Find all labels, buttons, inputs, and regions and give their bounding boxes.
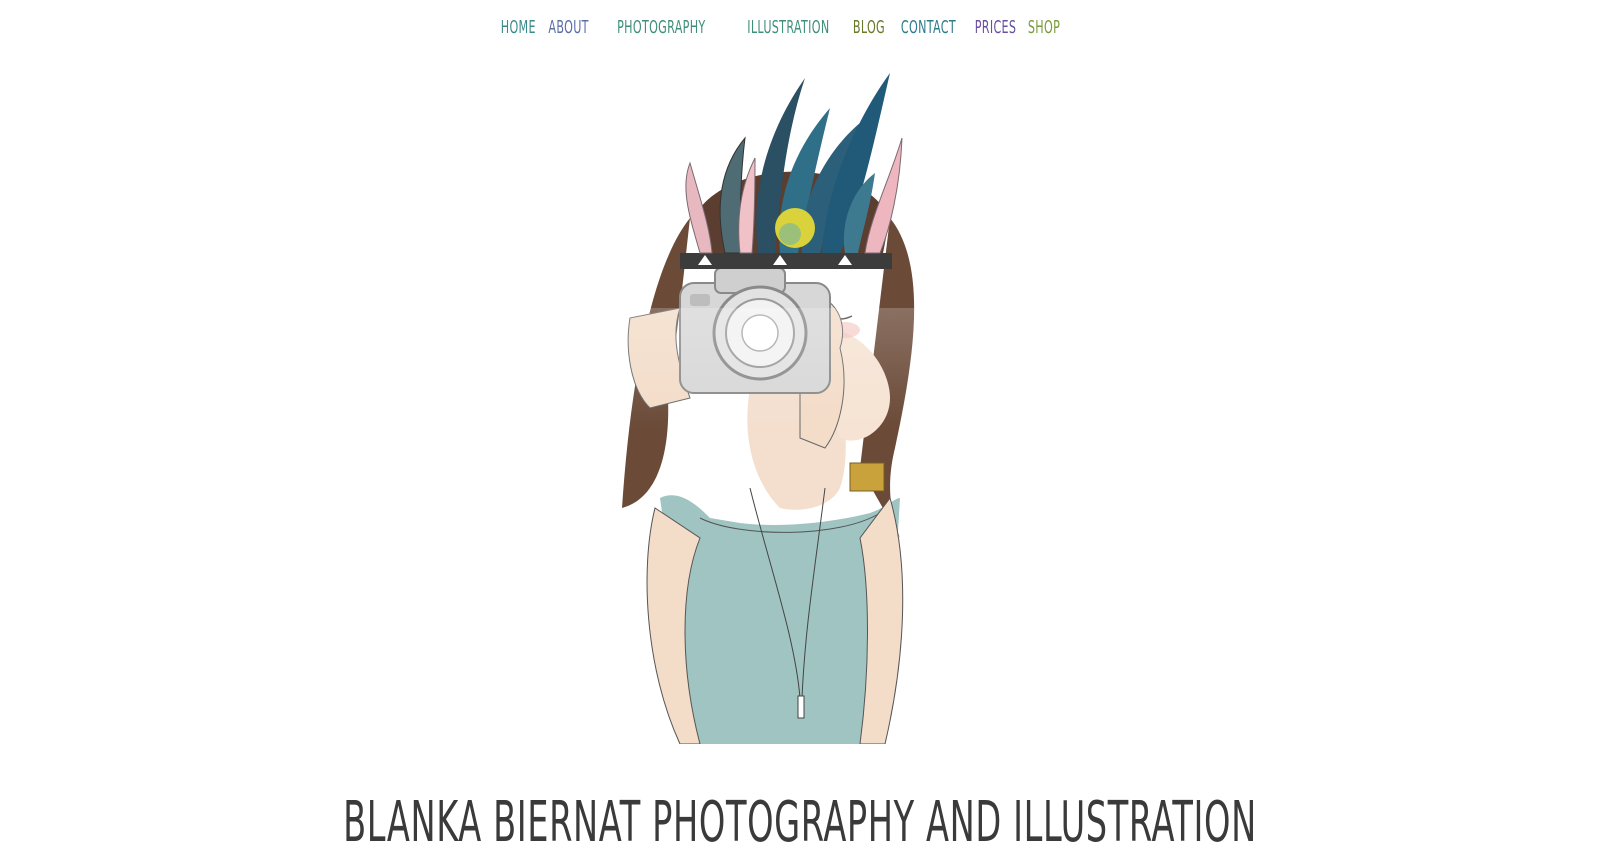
nav-link-home[interactable]: HOME <box>501 10 536 46</box>
nav-link-prices[interactable]: PRICES <box>975 10 1017 46</box>
nav-link-photography[interactable]: PHOTOGRAPHY <box>617 10 705 46</box>
nav-link-shop[interactable]: SHOP <box>1028 10 1060 46</box>
nav-link-contact[interactable]: CONTACT <box>901 10 956 46</box>
main-nav: HOME ABOUT PHOTOGRAPHY ILLUSTRATION BLOG… <box>0 10 1580 46</box>
camera-girl-illustration-icon <box>540 73 1060 745</box>
nav-link-illustration[interactable]: ILLUSTRATION <box>747 10 829 46</box>
hero-illustration <box>540 68 1060 745</box>
site-title: BLANKA BIERNAT PHOTOGRAPHY AND ILLUSTRAT… <box>343 789 1257 855</box>
nav-link-blog[interactable]: BLOG <box>853 10 885 46</box>
nav-link-about[interactable]: ABOUT <box>548 10 588 46</box>
